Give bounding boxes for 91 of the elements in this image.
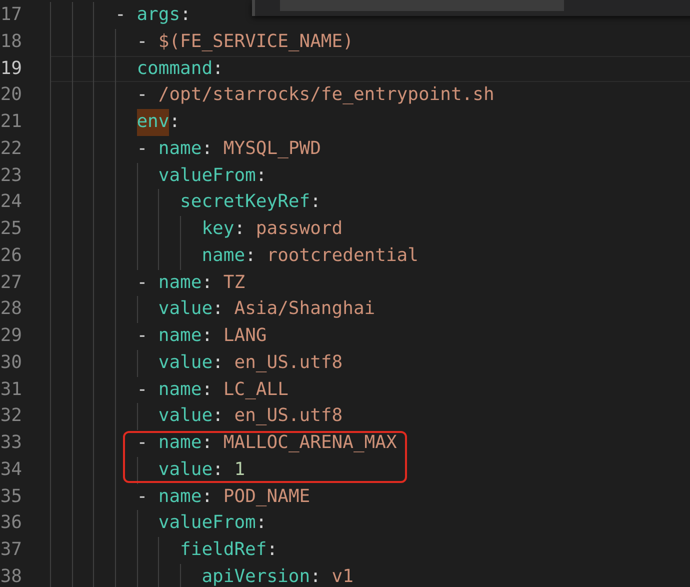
yaml-key: value (158, 350, 213, 376)
yaml-value: MALLOC_ARENA_MAX (223, 431, 397, 455)
yaml-key: apiVersion (202, 564, 310, 587)
yaml-value: rootcredential (266, 244, 418, 268)
indent-guide (136, 296, 138, 323)
yaml-punctuation: : (212, 297, 224, 322)
yaml-key: secretKeyRef (180, 189, 310, 216)
yaml-value: v1 (332, 564, 354, 587)
yaml-punctuation: - (136, 136, 149, 161)
line-number: 23 (0, 164, 22, 188)
yaml-punctuation: - (136, 83, 149, 108)
yaml-key: name (158, 323, 202, 350)
yaml-punctuation: : (202, 270, 214, 294)
yaml-value: en_US.utf8 (234, 404, 343, 428)
yaml-key: valueFrom (158, 162, 256, 190)
yaml-punctuation: : (180, 3, 191, 27)
yaml-value: TZ (223, 270, 246, 294)
line-number: 21 (0, 110, 22, 134)
yaml-value: 1 (234, 458, 246, 482)
line-number: 31 (0, 378, 22, 402)
yaml-value: MYSQL_PWD (223, 136, 321, 161)
yaml-punctuation: - (136, 378, 149, 402)
yaml-punctuation: - (115, 3, 127, 27)
yaml-punctuation: - (136, 431, 149, 455)
yaml-key: name (158, 270, 202, 296)
line-number: 20 (0, 83, 22, 108)
yaml-key: name (158, 430, 202, 457)
line-number: 19 (0, 56, 22, 80)
indent-guide (180, 564, 182, 587)
yaml-key: name (158, 376, 202, 404)
yaml-punctuation: : (266, 538, 278, 562)
yaml-punctuation: : (310, 190, 321, 214)
line-number: 17 (0, 3, 22, 27)
line-number: 30 (0, 350, 22, 375)
yaml-key: valueFrom (158, 510, 256, 537)
line-number: 18 (0, 30, 22, 54)
yaml-key: fieldRef (180, 537, 267, 564)
line-number: 24 (0, 190, 22, 214)
line-number: 26 (0, 244, 22, 268)
yaml-punctuation: : (212, 404, 224, 428)
line-number: 32 (0, 404, 22, 428)
yaml-punctuation: : (245, 244, 257, 268)
yaml-punctuation: - (136, 30, 149, 54)
yaml-punctuation: : (202, 484, 214, 508)
yaml-value: POD_NAME (223, 484, 310, 508)
indent-guide (136, 456, 138, 484)
yaml-value: en_US.utf8 (234, 350, 343, 375)
yaml-value: LANG (223, 324, 267, 348)
line-number: 38 (0, 564, 22, 587)
yaml-key: env (136, 109, 170, 136)
yaml-punctuation: - (136, 484, 149, 508)
line-number: 25 (0, 217, 22, 241)
yaml-punctuation: : (202, 136, 214, 161)
yaml-punctuation: : (169, 110, 180, 134)
yaml-key: name (158, 484, 202, 510)
yaml-value: $(FE_SERVICE_NAME) (158, 30, 354, 54)
yaml-key: key (202, 216, 234, 243)
yaml-key: value (158, 403, 213, 430)
yaml-punctuation: : (256, 511, 267, 536)
yaml-key: value (158, 456, 213, 484)
yaml-value: password (256, 217, 343, 241)
yaml-value: Asia/Shanghai (234, 297, 376, 322)
line-number: 35 (0, 484, 22, 508)
yaml-punctuation: : (202, 324, 214, 348)
yaml-punctuation: : (212, 458, 224, 482)
line-number: 22 (0, 136, 22, 161)
yaml-punctuation: - (136, 270, 149, 294)
yaml-punctuation: : (202, 378, 214, 402)
yaml-key: value (158, 296, 213, 323)
yaml-key: name (202, 242, 246, 270)
line-number: 34 (0, 458, 22, 482)
yaml-punctuation: : (212, 56, 224, 80)
yaml-key: command (136, 56, 213, 82)
yaml-value: /opt/starrocks/fe_entrypoint.sh (158, 83, 494, 108)
line-number: 36 (0, 511, 22, 536)
yaml-punctuation: - (136, 324, 149, 348)
line-number: 27 (0, 270, 22, 294)
yaml-punctuation: : (310, 564, 322, 587)
indent-guide (136, 350, 138, 376)
line-number: 33 (0, 431, 22, 455)
yaml-punctuation: : (202, 431, 214, 455)
line-number: 29 (0, 324, 22, 348)
yaml-key: name (158, 136, 202, 162)
yaml-value: LC_ALL (223, 378, 288, 402)
yaml-punctuation: : (234, 217, 246, 241)
line-number: 37 (0, 538, 22, 562)
yaml-punctuation: : (212, 350, 224, 375)
line-number: 28 (0, 297, 22, 322)
indent-guide (136, 403, 138, 430)
yaml-punctuation: : (256, 164, 267, 188)
yaml-key: args (136, 2, 180, 29)
